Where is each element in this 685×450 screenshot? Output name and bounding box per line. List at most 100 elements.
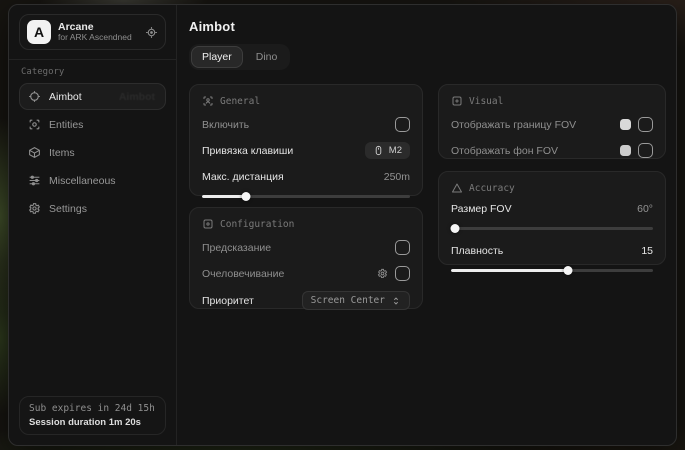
arcane-logo: A (27, 20, 51, 44)
enable-row: Включить (202, 116, 410, 133)
fov-size-row: Размер FOV 60° (451, 200, 653, 217)
slider-track (451, 227, 653, 230)
card-title: Accuracy (469, 183, 515, 194)
row-label: Приоритет (202, 295, 254, 307)
sidebar-item-miscellaneous[interactable]: Miscellaneous (19, 167, 166, 194)
card-columns: General Включить Привязка клавиши (189, 84, 666, 309)
crosshair-icon (28, 90, 41, 103)
keybind-value: M2 (389, 145, 402, 156)
subscription-status-card: Sub expires in 24d 15h Session duration … (19, 396, 166, 435)
configuration-card: Configuration Предсказание Очеловечивани… (189, 207, 423, 309)
mouse-icon (373, 145, 384, 156)
accuracy-card: Accuracy Размер FOV 60° Плавность (438, 171, 666, 265)
max-distance-slider[interactable] (202, 192, 410, 201)
sidebar-item-label: Entities (49, 119, 83, 131)
slider-track (451, 269, 653, 272)
fov-background-checkbox[interactable] (638, 143, 653, 158)
priority-value: Screen Center (311, 295, 385, 306)
fov-border-controls (620, 117, 653, 132)
slider-thumb[interactable] (241, 192, 250, 201)
gear-small-icon[interactable] (377, 268, 388, 279)
target-icon[interactable] (145, 26, 158, 39)
row-label: Плавность (451, 245, 503, 257)
fov-background-row: Отображать фон FOV (451, 142, 653, 159)
session-duration-text: Session duration 1m 20s (29, 417, 156, 428)
unfold-icon (391, 296, 401, 306)
sidebar-item-settings[interactable]: Settings (19, 195, 166, 222)
right-column: Visual Отображать границу FOV Отображать… (438, 84, 666, 265)
gear-icon (28, 202, 41, 215)
smoothness-slider[interactable] (451, 266, 653, 275)
row-label: Отображать границу FOV (451, 119, 576, 131)
triangle-icon (451, 182, 463, 194)
slider-fill (202, 195, 246, 198)
sub-expires-text: Sub expires in 24d 15h (29, 403, 156, 414)
row-label: Отображать фон FOV (451, 145, 558, 157)
row-label: Включить (202, 119, 249, 131)
slider-thumb[interactable] (564, 266, 573, 275)
left-column: General Включить Привязка клавиши (189, 84, 423, 309)
sidebar-item-items[interactable]: Items (19, 139, 166, 166)
humanization-row: Очеловечивание (202, 265, 410, 282)
configuration-card-header: Configuration (202, 218, 410, 230)
card-title: Configuration (220, 219, 294, 230)
tab-player[interactable]: Player (191, 46, 243, 68)
fov-border-checkbox[interactable] (638, 117, 653, 132)
sidebar-item-label: Settings (49, 203, 87, 215)
max-distance-row: Макс. дистанция 250m (202, 168, 410, 185)
slider-fill (451, 269, 568, 272)
user-focus-icon (202, 95, 214, 107)
row-label: Размер FOV (451, 203, 512, 215)
sidebar-item-label: Aimbot (49, 91, 82, 103)
visual-card: Visual Отображать границу FOV Отображать… (438, 84, 666, 159)
priority-select[interactable]: Screen Center (302, 291, 410, 310)
humanization-controls (377, 266, 410, 281)
brand-card: A Arcane for ARK Ascendned (19, 14, 166, 50)
config-box-icon (202, 218, 214, 230)
enable-checkbox[interactable] (395, 117, 410, 132)
sidebar-item-label: Miscellaneous (49, 175, 116, 187)
sliders-icon (28, 174, 41, 187)
card-title: Visual (469, 96, 503, 107)
row-label: Макс. дистанция (202, 171, 284, 183)
tab-bar: Player Dino (189, 44, 290, 70)
sidebar-item-entities[interactable]: Entities (19, 111, 166, 138)
row-label: Предсказание (202, 242, 271, 254)
fov-background-color-swatch[interactable] (620, 145, 631, 156)
frame-plus-icon (451, 95, 463, 107)
category-label: Category (21, 67, 164, 77)
slider-track (202, 195, 410, 198)
page-title: Aimbot (189, 19, 666, 34)
row-label: Привязка клавиши (202, 145, 293, 157)
smoothness-value: 15 (641, 245, 653, 257)
fov-border-row: Отображать границу FOV (451, 116, 653, 133)
tab-dino[interactable]: Dino (245, 46, 289, 68)
package-icon (28, 146, 41, 159)
sidebar-spacer (19, 222, 166, 396)
fov-size-slider[interactable] (451, 224, 653, 233)
prediction-row: Предсказание (202, 239, 410, 256)
keybind-button[interactable]: M2 (365, 142, 410, 159)
brand-text: Arcane for ARK Ascendned (58, 21, 138, 43)
sidebar: A Arcane for ARK Ascendned Category (9, 5, 177, 445)
fov-border-color-swatch[interactable] (620, 119, 631, 130)
arcane-window: A Arcane for ARK Ascendned Category (8, 4, 677, 446)
main-content: Aimbot Player Dino General (177, 5, 677, 445)
general-card: General Включить Привязка клавиши (189, 84, 423, 196)
prediction-checkbox[interactable] (395, 240, 410, 255)
sidebar-nav: Aimbot Aimbot Entities Items (19, 83, 166, 222)
humanization-checkbox[interactable] (395, 266, 410, 281)
max-distance-value: 250m (384, 171, 410, 183)
priority-row: Приоритет Screen Center (202, 291, 410, 310)
smoothness-row: Плавность 15 (451, 242, 653, 259)
visual-card-header: Visual (451, 95, 653, 107)
slider-thumb[interactable] (451, 224, 460, 233)
fov-background-controls (620, 143, 653, 158)
sidebar-item-label: Items (49, 147, 75, 159)
watermark: Aimbot (119, 91, 155, 103)
general-card-header: General (202, 95, 410, 107)
sidebar-divider (9, 59, 176, 60)
app-subtitle: for ARK Ascendned (58, 33, 138, 43)
scan-icon (28, 118, 41, 131)
sidebar-item-aimbot[interactable]: Aimbot Aimbot (19, 83, 166, 110)
